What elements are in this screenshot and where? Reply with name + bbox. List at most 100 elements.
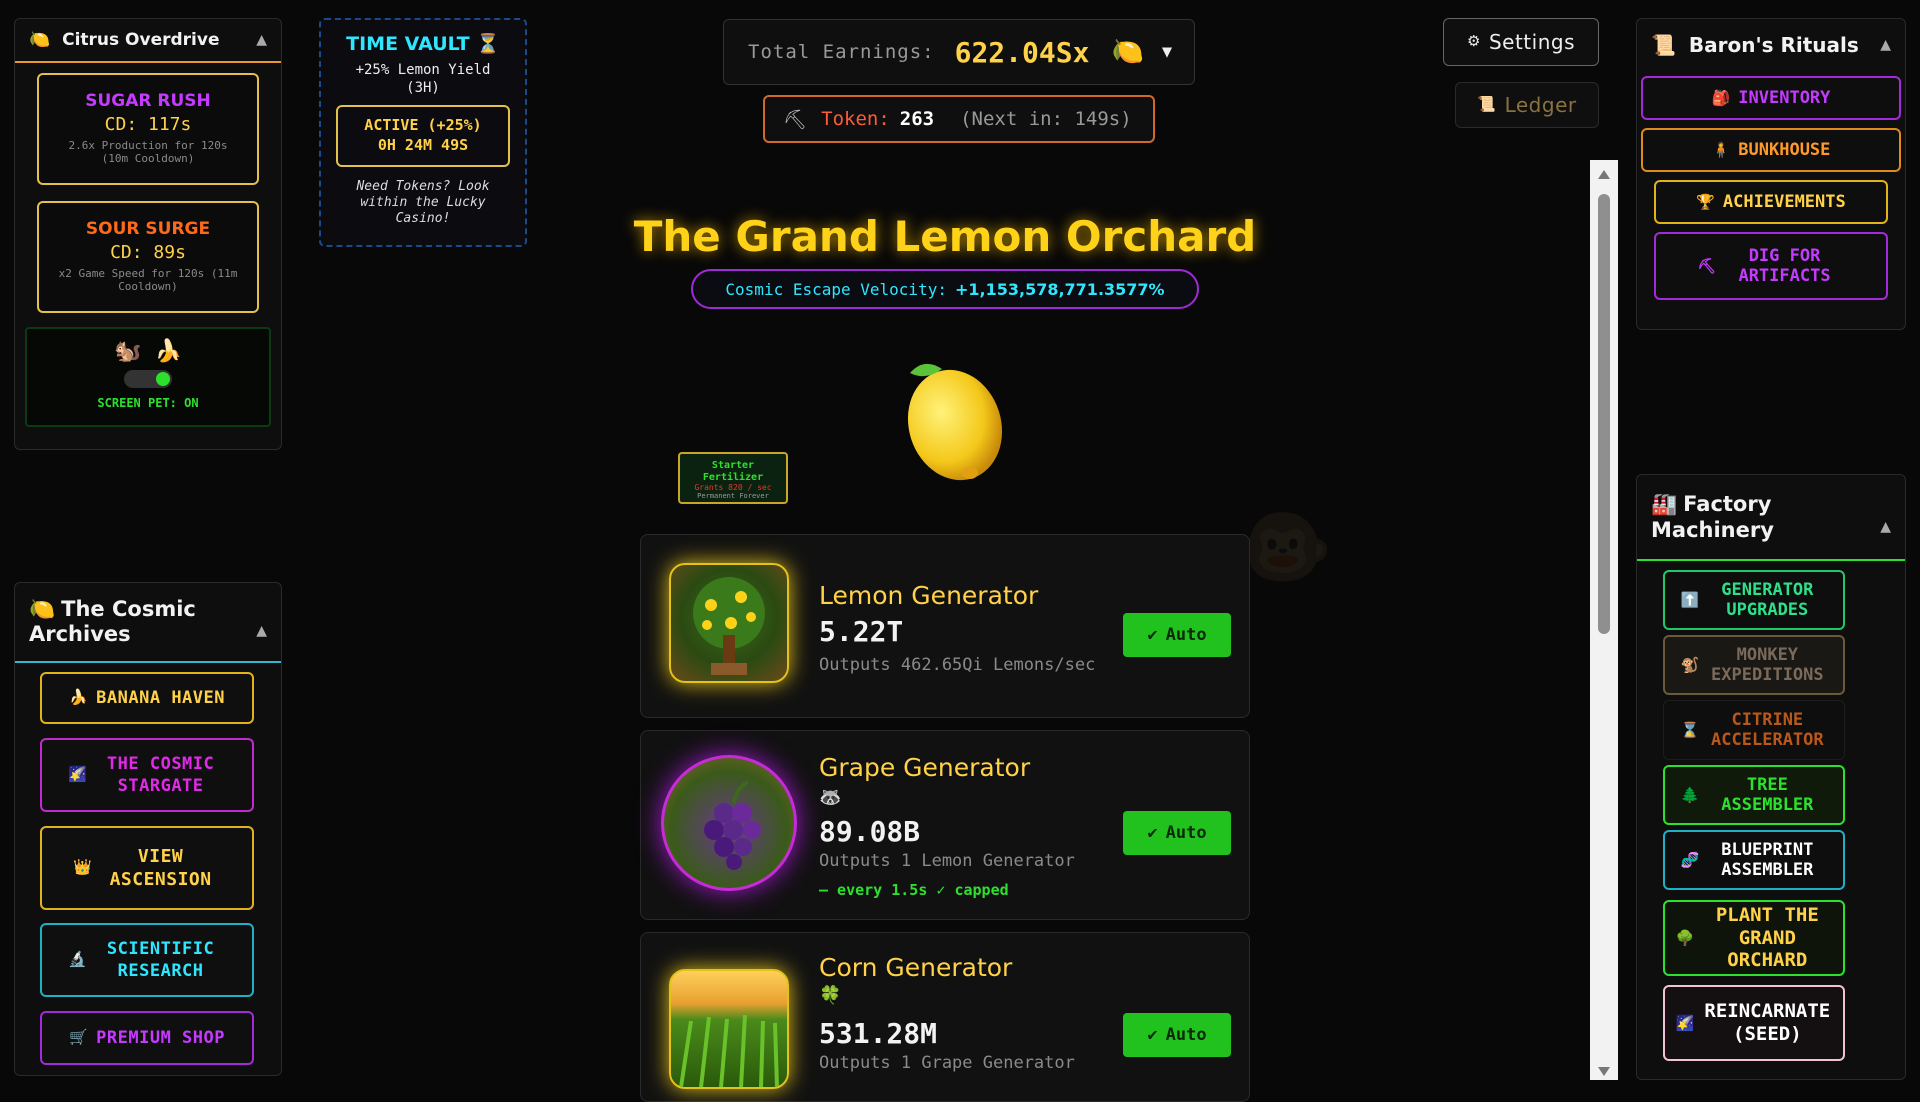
factory-title-line2: Machinery [1651,518,1774,542]
monkey-expeditions-button[interactable]: 🐒 MONKEY EXPEDITIONS [1663,635,1845,695]
ledger-button[interactable]: 📜 Ledger [1455,82,1599,128]
starter-fertilizer-badge[interactable]: Starter Fertilizer Grants 820 / sec Perm… [678,452,788,504]
time-vault-status-line1: ACTIVE (+25%) [364,116,482,135]
lemon-icon: 🍋 [1111,37,1144,67]
scroll-up-arrow-icon[interactable] [1598,170,1610,179]
view-ascension-button[interactable]: 👑 VIEW ASCENSION [40,826,254,910]
person-icon: 🧍 [1711,141,1731,159]
blueprint-assembler-label: BLUEPRINT ASSEMBLER [1721,839,1814,880]
sugar-rush-name: SUGAR RUSH [85,91,211,111]
velocity-badge: Cosmic Escape Velocity: +1,153,578,771.3… [691,269,1199,309]
dig-artifacts-label: DIG FOR ARTIFACTS [1738,245,1831,286]
sour-surge-card[interactable]: SOUR SURGE CD: 89s x2 Game Speed for 120… [37,201,259,313]
token-next: (Next in: 149s) [960,108,1132,130]
achievements-button[interactable]: 🏆 ACHIEVEMENTS [1654,180,1888,224]
up-arrow-icon: ⬆️ [1680,591,1700,609]
inventory-label: INVENTORY [1738,87,1831,108]
sugar-rush-card[interactable]: SUGAR RUSH CD: 117s 2.6x Production for … [37,73,259,185]
cosmic-stargate-label: THE COSMIC STARGATE [106,753,215,796]
cosmic-stargate-button[interactable]: 🌠 THE COSMIC STARGATE [40,738,254,812]
reincarnate-seed-button[interactable]: 🌠 REINCARNATE (SEED) [1663,985,1845,1061]
cosmic-archives-title-line1: The Cosmic [61,596,196,621]
earnings-dropdown-icon[interactable]: ▼ [1162,42,1172,62]
auto-button[interactable]: ✔ Auto [1123,613,1231,657]
lemon-icon: 🍋 [29,30,51,50]
collapse-arrow-icon[interactable]: ▲ [1880,519,1891,535]
clover-badge-icon: 🍀 [819,985,842,1006]
backpack-icon: 🎒 [1711,89,1731,107]
pickaxe-icon: ⛏ [1697,257,1717,275]
pickaxe-icon: ⛏ [783,108,808,131]
time-vault-status[interactable]: ACTIVE (+25%) 0H 24M 49S [336,105,510,168]
settings-button[interactable]: ⚙ Settings [1443,18,1599,66]
check-icon: ✔ [1147,1025,1158,1045]
screen-pet-box: 🐿️ 🍌 SCREEN PET: ON [25,327,271,427]
factory-machinery-title-wrap: 🏭 Factory Machinery [1651,491,1774,544]
collapse-arrow-icon[interactable]: ▲ [256,32,267,48]
toggle-knob [156,372,170,386]
generator-output: Outputs 462.65Qi Lemons/sec [819,655,1096,675]
time-vault-bonus: +25% Lemon Yield (3H) [355,62,491,97]
plant-orchard-button[interactable]: 🌳 PLANT THE GRAND ORCHARD [1663,900,1845,976]
auto-button[interactable]: ✔ Auto [1123,1013,1231,1057]
ledger-icon: 📜 [1477,95,1497,114]
velocity-label: Cosmic Escape Velocity: [725,279,947,299]
barons-rituals-title: Baron's Rituals [1688,33,1859,57]
auto-button[interactable]: ✔ Auto [1123,811,1231,855]
generator-name: Grape Generator [819,753,1031,782]
collapse-arrow-icon[interactable]: ▲ [256,623,267,639]
cosmic-archives-title-wrap: 🍋 The Cosmic Archives [29,597,196,647]
raccoon-badge-icon: 🦝 [819,787,842,808]
corn-field-image [669,969,789,1089]
total-earnings-value: 622.04Sx [954,35,1090,69]
citrine-accelerator-label: CITRINE ACCELERATOR [1711,709,1824,750]
citrus-overdrive-title-wrap: 🍋 Citrus Overdrive [29,30,220,50]
premium-shop-label: PREMIUM SHOP [96,1027,225,1048]
tree-icon [693,577,765,675]
cosmic-archives-header[interactable]: 🍋 The Cosmic Archives ▲ [15,583,281,663]
blueprint-assembler-button[interactable]: 🧬 BLUEPRINT ASSEMBLER [1663,830,1845,890]
trophy-icon: 🏆 [1696,193,1715,211]
tree-assembler-label: TREE ASSEMBLER [1721,774,1814,815]
big-lemon-clicker[interactable] [880,355,1010,485]
token-bar: ⛏ Token: 263 (Next in: 149s) [763,95,1155,143]
token-value: 263 [899,108,935,130]
monkey-expeditions-label: MONKEY EXPEDITIONS [1711,644,1824,685]
factory-machinery-header[interactable]: 🏭 Factory Machinery ▲ [1637,475,1905,561]
fertilizer-rate: Grants 820 / sec [694,483,772,492]
dig-artifacts-button[interactable]: ⛏ DIG FOR ARTIFACTS [1654,232,1888,300]
scrollbar-thumb[interactable] [1598,194,1610,634]
shooting-star-icon: 🌠 [1675,1014,1695,1032]
tree-assembler-button[interactable]: 🌲 TREE ASSEMBLER [1663,765,1845,825]
banana-haven-label: BANANA HAVEN [96,687,225,708]
factory-title-line1: Factory [1683,491,1772,516]
time-vault-panel: TIME VAULT ⏳ +25% Lemon Yield (3H) ACTIV… [319,18,527,247]
screen-pet-label: SCREEN PET: ON [97,396,199,410]
velocity-value: +1,153,578,771.3577% [954,279,1165,299]
citrine-accelerator-button[interactable]: ⌛ CITRINE ACCELERATOR [1663,700,1845,760]
main-scrollbar[interactable] [1590,160,1618,1080]
citrus-overdrive-header[interactable]: 🍋 Citrus Overdrive ▲ [15,19,281,63]
banana-haven-button[interactable]: 🍌 BANANA HAVEN [40,672,254,724]
generator-card-corn: Corn Generator 🍀 531.28M Outputs 1 Grape… [640,932,1250,1102]
scroll-down-arrow-icon[interactable] [1598,1067,1610,1076]
check-icon: ✔ [1147,625,1158,645]
plant-orchard-label: PLANT THE GRAND ORCHARD [1715,903,1819,972]
sugar-rush-desc: 2.6x Production for 120s (10m Cooldown) [68,139,228,166]
screen-pet-toggle[interactable] [124,370,172,388]
premium-shop-button[interactable]: 🛒 PREMIUM SHOP [40,1011,254,1065]
cosmic-archives-title-line2: Archives [29,622,131,646]
collapse-arrow-icon[interactable]: ▲ [1880,37,1891,53]
barons-rituals-header[interactable]: 📜 Baron's Rituals ▲ [1637,19,1905,71]
generator-upgrades-button[interactable]: ⬆️ GENERATOR UPGRADES [1663,570,1845,630]
crown-icon: 👑 [73,858,93,877]
scientific-research-button[interactable]: 🔬 SCIENTIFIC RESEARCH [40,923,254,997]
bunkhouse-button[interactable]: 🧍 BUNKHOUSE [1641,128,1901,172]
check-icon: ✔ [1147,823,1158,843]
bunkhouse-label: BUNKHOUSE [1738,139,1831,160]
shooting-star-icon: 🌠 [68,765,88,784]
ledger-label: Ledger [1504,93,1577,117]
generator-output: Outputs 1 Grape Generator [819,1053,1075,1073]
inventory-button[interactable]: 🎒 INVENTORY [1641,76,1901,120]
sour-surge-desc: x2 Game Speed for 120s (11m Cooldown) [58,267,238,294]
